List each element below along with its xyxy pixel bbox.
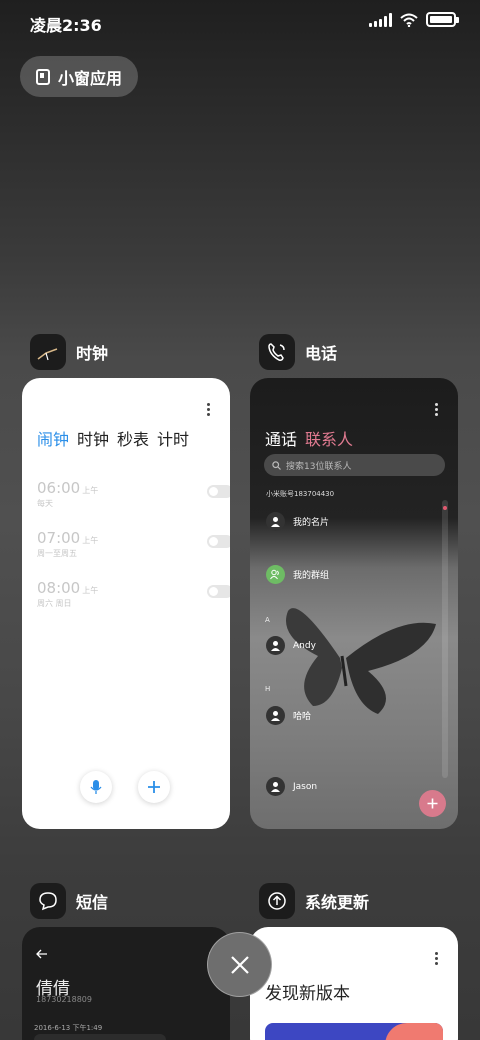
plus-icon — [148, 781, 160, 793]
index-marker — [443, 506, 447, 510]
more-icon[interactable] — [435, 952, 438, 967]
alarm-item[interactable]: 06:00 上午 每天 — [37, 478, 230, 509]
update-banner-image — [265, 1023, 443, 1040]
update-app-card[interactable]: 发现新版本 — [250, 927, 458, 1040]
conversation-contact-number: 18730218809 — [36, 995, 92, 1004]
phone-tabs: 通话 联系人 — [265, 426, 353, 450]
tab-calls[interactable]: 通话 — [265, 426, 297, 450]
contact-name: 哈哈 — [293, 712, 312, 722]
contact-name: Jason — [293, 781, 318, 792]
sms-app-card[interactable]: 倩倩 18730218809 2016-6-13 下午1:49 — [22, 927, 230, 1040]
alarm-item[interactable]: 07:00 上午 周一至周五 — [37, 528, 230, 559]
alarm-time: 07:00 — [37, 529, 81, 547]
contact-name: 我的名片 — [293, 518, 330, 528]
contact-item[interactable]: 我的群组 — [266, 565, 329, 584]
phone-icon — [259, 334, 295, 370]
message-date: 2016-6-13 下午1:49 — [34, 1024, 103, 1032]
alarm-time: 06:00 — [37, 479, 81, 497]
search-icon — [272, 460, 281, 470]
alarm-item[interactable]: 08:00 上午 周六 周日 — [37, 578, 230, 609]
plus-icon — [427, 798, 438, 809]
tab-alarm[interactable]: 闹钟 — [37, 426, 69, 450]
clock-app-card[interactable]: 闹钟 时钟 秒表 计时 06:00 上午 每天 07:00 上午 周一至周五 08:… — [22, 378, 230, 829]
clear-all-button[interactable] — [207, 932, 272, 997]
status-icons — [369, 12, 459, 27]
alarm-ampm: 上午 — [82, 536, 99, 545]
alarm-repeat: 周六 周日 — [37, 599, 72, 608]
contact-item[interactable]: 哈哈 — [266, 706, 311, 725]
close-icon — [230, 955, 249, 974]
alarm-toggle[interactable] — [207, 485, 230, 498]
person-icon — [266, 636, 285, 655]
alarm-repeat: 每天 — [37, 499, 53, 508]
more-icon[interactable] — [435, 403, 438, 418]
contact-search-input[interactable]: 搜索13位联系人 — [264, 454, 445, 476]
section-letter: A — [265, 616, 270, 624]
clock-tabs: 闹钟 时钟 秒表 计时 — [37, 426, 189, 450]
alarm-repeat: 周一至周五 — [37, 549, 77, 558]
contact-item[interactable]: Andy — [266, 636, 316, 655]
clock-hands-icon — [30, 334, 66, 370]
add-alarm-button[interactable] — [138, 771, 170, 803]
microphone-icon — [90, 780, 102, 794]
sms-app-name: 短信 — [76, 893, 109, 912]
contact-name: Andy — [293, 640, 316, 651]
person-icon — [266, 706, 285, 725]
battery-icon — [426, 12, 459, 27]
search-placeholder: 搜索13位联系人 — [286, 461, 352, 472]
status-bar: 凌晨2:36 — [0, 0, 480, 44]
add-contact-button[interactable] — [419, 790, 446, 817]
more-icon[interactable] — [207, 403, 210, 418]
wifi-icon — [400, 13, 418, 27]
person-icon — [266, 512, 285, 531]
contact-item[interactable]: 我的名片 — [266, 512, 329, 531]
sms-app-header[interactable]: 短信 — [30, 883, 108, 919]
phone-app-card[interactable]: 通话 联系人 搜索13位联系人 小米账号183704430 我的名片 我的群组 … — [250, 378, 458, 829]
group-icon — [266, 565, 285, 584]
alarm-ampm: 上午 — [82, 486, 99, 495]
person-icon — [266, 777, 285, 796]
status-time: 凌晨2:36 — [30, 16, 102, 35]
phone-app-header[interactable]: 电话 — [259, 334, 337, 370]
upload-arrow-icon — [259, 883, 295, 919]
phone-app-name: 电话 — [305, 344, 338, 363]
clock-app-name: 时钟 — [76, 344, 109, 363]
update-app-header[interactable]: 系统更新 — [259, 883, 369, 919]
floating-window-label: 小窗应用 — [58, 68, 123, 88]
alarm-time: 08:00 — [37, 579, 81, 597]
back-arrow-icon[interactable] — [36, 949, 48, 959]
signal-icon — [369, 12, 392, 27]
account-label[interactable]: 小米账号183704430 — [266, 489, 334, 499]
tab-contacts[interactable]: 联系人 — [305, 426, 353, 450]
voice-alarm-button[interactable] — [80, 771, 112, 803]
alarm-ampm: 上午 — [82, 586, 99, 595]
update-title: 发现新版本 — [265, 984, 350, 1004]
alarm-toggle[interactable] — [207, 535, 230, 548]
message-bubble — [34, 1034, 166, 1040]
update-app-name: 系统更新 — [305, 893, 370, 912]
floating-window-apps-button[interactable]: 小窗应用 — [20, 56, 138, 97]
section-letter: H — [265, 685, 271, 693]
tab-timer[interactable]: 计时 — [157, 426, 189, 450]
message-bubble-icon — [30, 883, 66, 919]
alarm-toggle[interactable] — [207, 585, 230, 598]
tab-clock[interactable]: 时钟 — [77, 426, 109, 450]
window-icon — [36, 68, 50, 85]
clock-app-header[interactable]: 时钟 — [30, 334, 108, 370]
alphabet-index-scrollbar[interactable] — [442, 500, 448, 778]
tab-stopwatch[interactable]: 秒表 — [117, 426, 149, 450]
contact-item[interactable]: Jason — [266, 777, 317, 796]
contact-name: 我的群组 — [293, 571, 330, 581]
